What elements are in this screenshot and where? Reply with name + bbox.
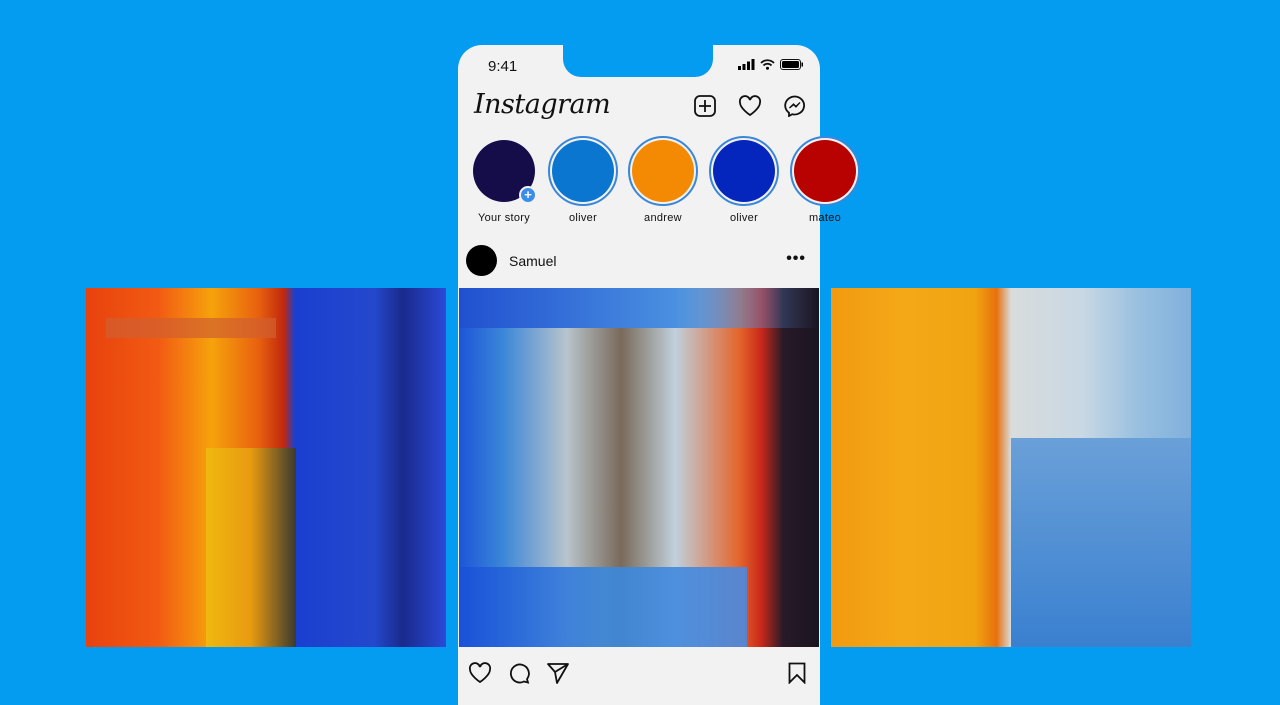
story-avatar [713,140,775,202]
comment-icon[interactable] [508,662,530,684]
new-post-icon[interactable] [694,95,716,117]
story-label: oliver [729,212,759,224]
story-label: Your story [477,212,531,224]
story-avatar [552,140,614,202]
story-item[interactable]: oliver [704,136,784,224]
add-story-icon[interactable]: + [519,186,537,204]
heart-icon[interactable] [738,95,762,117]
story-item[interactable]: oliver [543,136,623,224]
avatar[interactable] [466,245,497,276]
instagram-logo: Instagram [474,89,611,120]
story-own[interactable]: + Your story [464,136,544,224]
like-icon[interactable] [468,662,492,684]
bookmark-icon[interactable] [788,662,806,684]
story-label: oliver [568,212,598,224]
story-avatar [794,140,856,202]
signal-icon [738,59,755,70]
status-icons [738,59,804,70]
phone-notch [563,45,713,77]
share-icon[interactable] [546,662,570,684]
more-options-icon[interactable]: ••• [786,250,806,268]
story-avatar [632,140,694,202]
battery-icon [780,59,803,70]
painting-left [86,288,446,647]
wifi-icon [760,59,775,70]
story-label: andrew [644,212,682,224]
story-item[interactable]: andrew [623,136,703,224]
story-label: mateo [808,212,842,224]
messenger-icon[interactable] [784,95,806,117]
status-time: 9:41 [488,58,518,75]
post-author[interactable]: Samuel [466,245,556,276]
painting-right [831,288,1191,647]
post-image[interactable] [459,288,819,647]
story-item[interactable]: mateo [785,136,865,224]
author-name[interactable]: Samuel [509,253,556,269]
